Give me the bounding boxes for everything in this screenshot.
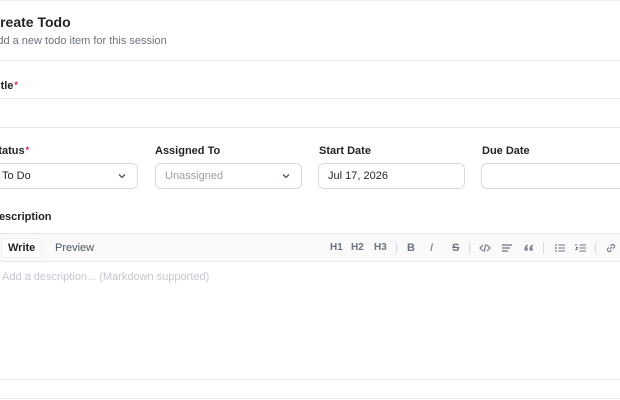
tab-write[interactable]: Write xyxy=(2,239,42,257)
heading-2-button[interactable]: H2 xyxy=(351,241,364,255)
header-divider xyxy=(0,60,620,61)
start-date-value: Jul 17, 2026 xyxy=(328,170,388,182)
quote-icon[interactable] xyxy=(522,241,536,255)
heading-1-button[interactable]: H1 xyxy=(330,241,343,255)
description-label: Description xyxy=(0,211,52,223)
start-date-label: Start Date xyxy=(319,145,371,157)
link-icon[interactable] xyxy=(604,241,618,255)
toolbar-separator xyxy=(469,242,470,254)
code-icon[interactable] xyxy=(478,241,492,255)
title-label: Title* xyxy=(0,80,18,92)
strikethrough-button[interactable]: S xyxy=(452,241,459,255)
chevron-down-icon xyxy=(282,174,290,179)
due-date-label: Due Date xyxy=(482,145,530,157)
dialog-top-border xyxy=(0,0,620,1)
dialog-subtitle: Add a new todo item for this session xyxy=(0,35,167,47)
toolbar-separator xyxy=(396,242,397,254)
status-value: To Do xyxy=(2,170,31,182)
toolbar-separator xyxy=(543,242,544,254)
bullet-list-icon[interactable] xyxy=(553,241,567,255)
description-placeholder: Add a description... (Markdown supported… xyxy=(2,271,210,283)
bold-button[interactable]: B xyxy=(407,241,415,255)
footer-divider xyxy=(0,398,620,399)
editor-toolbar: Write Preview H1 H2 H3 B I S xyxy=(0,233,620,262)
required-marker: * xyxy=(14,80,18,90)
toolbar-separator xyxy=(595,242,596,254)
assigned-to-label: Assigned To xyxy=(155,145,221,157)
title-input[interactable] xyxy=(0,98,620,128)
italic-button[interactable]: I xyxy=(430,241,433,255)
heading-3-button[interactable]: H3 xyxy=(374,241,387,255)
dialog-title: Create Todo xyxy=(0,14,71,30)
chevron-down-icon xyxy=(118,174,126,179)
tab-preview[interactable]: Preview xyxy=(49,239,100,257)
start-date-input[interactable]: Jul 17, 2026 xyxy=(318,163,465,189)
due-date-input[interactable] xyxy=(481,163,620,189)
assigned-to-select[interactable]: Unassigned xyxy=(155,163,302,189)
required-marker: * xyxy=(25,145,30,155)
numbered-list-icon[interactable] xyxy=(574,241,588,255)
status-select[interactable]: To Do xyxy=(0,163,138,189)
paragraph-icon[interactable] xyxy=(500,241,514,255)
assigned-to-placeholder: Unassigned xyxy=(165,170,224,182)
status-label: Status* xyxy=(0,145,30,157)
